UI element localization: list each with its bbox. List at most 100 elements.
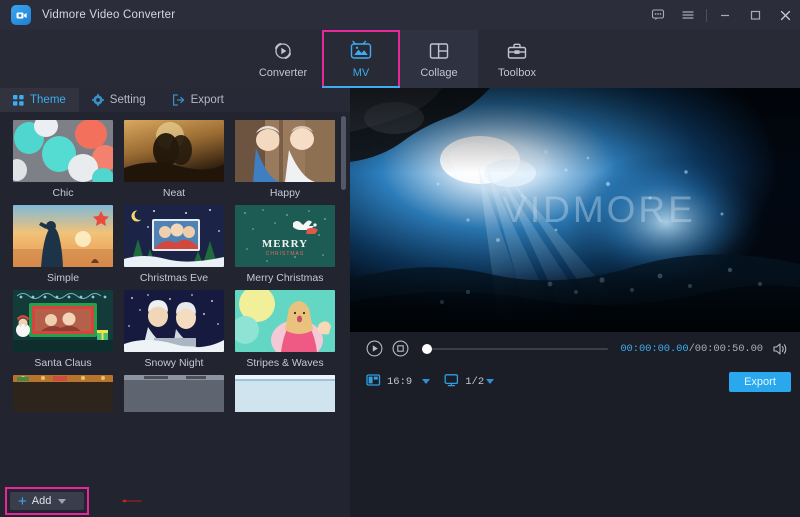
tab-converter[interactable]: Converter [244,30,322,88]
output-row: 16:9 1/2 Export [350,365,800,398]
monitor-icon [444,373,459,391]
theme-item[interactable]: MERRY CHRISTMAS Merry Christmas [235,205,346,284]
tab-export[interactable]: Export [159,88,237,112]
theme-thumbnail[interactable] [13,205,113,267]
theme-thumbnail[interactable] [13,375,113,412]
video-preview[interactable]: VIDMORE [350,88,800,332]
theme-item[interactable]: Stripes & Waves [235,290,346,369]
export-button[interactable]: Export [729,371,791,392]
theme-thumbnail[interactable] [235,120,335,182]
progress-knob[interactable] [422,343,432,354]
total-time: 00:00:50.00 [694,342,763,355]
theme-thumbnail[interactable] [235,375,335,412]
theme-thumbnail[interactable] [124,205,224,267]
progress-slider[interactable] [422,342,609,356]
timeline-area [350,398,800,517]
tab-setting-label: Setting [109,94,146,106]
theme-item[interactable]: Chic [13,120,124,199]
main-navigation: Converter MV Collage Toolbox [0,30,800,88]
close-icon[interactable] [770,0,800,30]
theme-item[interactable]: Neat [124,120,235,199]
add-button[interactable]: + Add [10,492,84,510]
theme-item[interactable]: Simple [13,205,124,284]
chevron-down-icon[interactable] [58,498,67,504]
theme-item[interactable] [13,375,124,412]
minimize-icon[interactable] [710,0,740,30]
panel-tabs: Theme Setting Export [0,88,350,112]
theme-label: Merry Christmas [246,272,324,284]
tab-converter-label: Converter [258,67,308,79]
preview-panel: VIDMORE 00:00:00.00/00:00:50.00 16:9 1/2… [350,88,800,517]
feedback-icon[interactable] [643,0,673,30]
theme-label: Neat [162,187,186,199]
theme-thumbnail[interactable] [124,375,224,412]
theme-panel: Theme Setting Export Chic Neat Happy Sim… [0,88,350,517]
current-time: 00:00:00.00 [620,342,689,355]
annotation-arrow [121,499,142,503]
media-add-area: + Add [0,481,350,517]
tab-toolbox[interactable]: Toolbox [478,30,556,88]
theme-label: Santa Claus [34,357,92,369]
theme-label: Chic [52,187,74,199]
theme-thumbnail[interactable] [235,290,335,352]
theme-label: Stripes & Waves [246,357,324,369]
progress-track [422,347,609,350]
playback-row: 00:00:00.00/00:00:50.00 [350,332,800,365]
grid-icon [13,94,24,106]
aspect-ratio-control[interactable]: 16:9 [366,373,412,391]
svg-text:CHRISTMAS: CHRISTMAS [266,251,304,257]
screen-split-control[interactable]: 1/2 [444,373,484,391]
theme-item[interactable] [235,375,346,412]
theme-label: Simple [46,272,80,284]
timecode: 00:00:00.00/00:00:50.00 [620,343,763,355]
screen-split-chevron-down-icon[interactable] [486,379,495,384]
menu-icon[interactable] [673,0,703,30]
theme-thumbnail[interactable] [13,290,113,352]
aspect-ratio-icon [366,373,381,391]
theme-item[interactable]: Happy [235,120,346,199]
app-logo [11,5,31,25]
app-window: Vidmore Video Converter Converter MV Col… [0,0,800,517]
theme-grid-container: Chic Neat Happy Simple Christmas Eve MER… [0,112,350,412]
theme-thumbnail[interactable]: MERRY CHRISTMAS [235,205,335,267]
tab-setting[interactable]: Setting [79,88,159,112]
tab-mv-label: MV [352,67,370,79]
tab-theme-label: Theme [30,94,66,106]
screen-split-value: 1/2 [465,375,485,388]
tab-collage[interactable]: Collage [400,30,478,88]
add-button-label: Add [31,495,52,507]
toolbox-icon [506,39,528,63]
theme-item[interactable]: Christmas Eve [124,205,235,284]
mv-icon [349,39,373,63]
theme-label: Happy [269,187,301,199]
export-icon [172,94,185,106]
aspect-ratio-value: 16:9 [387,375,413,388]
app-title: Vidmore Video Converter [42,9,176,21]
volume-icon[interactable] [772,342,788,356]
theme-item[interactable]: Santa Claus [13,290,124,369]
divider [706,8,707,22]
theme-scrollbar[interactable] [341,116,346,190]
theme-item[interactable]: Snowy Night [124,290,235,369]
player-controls: 00:00:00.00/00:00:50.00 16:9 1/2 Export [350,332,800,398]
collage-icon [428,39,450,63]
converter-icon [272,39,294,63]
title-bar: Vidmore Video Converter [0,0,800,30]
play-circle-icon[interactable] [366,340,383,357]
maximize-icon[interactable] [740,0,770,30]
theme-thumbnail[interactable] [124,290,224,352]
tab-mv[interactable]: MV [322,30,400,88]
tab-collage-label: Collage [420,67,458,79]
theme-item[interactable] [124,375,235,412]
svg-text:MERRY: MERRY [262,238,308,250]
theme-thumbnail[interactable] [124,120,224,182]
plus-icon: + [18,492,27,510]
gear-icon [91,94,104,106]
theme-grid: Chic Neat Happy Simple Christmas Eve MER… [0,112,350,412]
tab-theme[interactable]: Theme [0,88,79,112]
theme-label: Christmas Eve [139,272,209,284]
tab-toolbox-label: Toolbox [498,67,536,79]
aspect-ratio-chevron-down-icon[interactable] [422,379,431,384]
stop-circle-icon[interactable] [392,340,409,357]
theme-thumbnail[interactable] [13,120,113,182]
